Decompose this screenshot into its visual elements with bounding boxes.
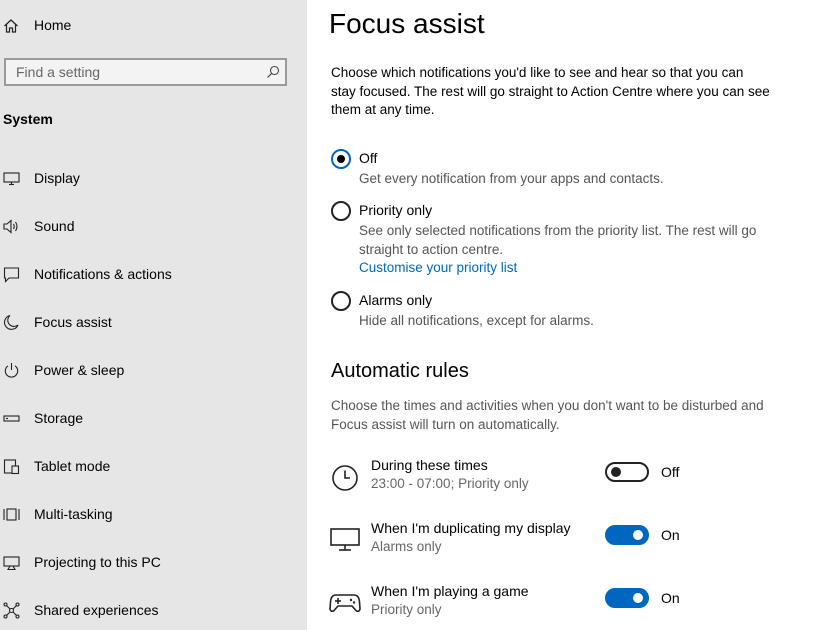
- power-icon: [4, 363, 19, 378]
- rule-subtitle: Priority only: [371, 602, 442, 617]
- tablet-icon: [3, 459, 20, 475]
- sidebar-item-label: Projecting to this PC: [34, 554, 161, 570]
- toggle-state: On: [661, 590, 680, 606]
- sidebar-item-label: Display: [34, 170, 80, 186]
- moon-icon: [4, 314, 19, 330]
- speaker-icon: [3, 219, 18, 234]
- option-description: Get every notification from your apps an…: [359, 171, 664, 186]
- option-description: Hide all notifications, except for alarm…: [359, 313, 594, 328]
- search-input[interactable]: [6, 60, 266, 84]
- page-description: Choose which notifications you'd like to…: [331, 65, 770, 117]
- sidebar-item-notifications[interactable]: Notifications & actions: [0, 256, 300, 292]
- sidebar-item-display[interactable]: Display: [0, 160, 300, 196]
- rule-duplicating-display[interactable]: When I'm duplicating my display Alarms o…: [329, 520, 809, 564]
- rule-title: When I'm playing a game: [371, 583, 529, 599]
- sidebar-item-multitasking[interactable]: Multi-tasking: [0, 496, 300, 532]
- sidebar-item-label: Tablet mode: [34, 458, 111, 474]
- sidebar-item-sound[interactable]: Sound: [0, 208, 300, 244]
- section-label-system: System: [3, 111, 53, 127]
- sidebar-item-label: Focus assist: [34, 314, 112, 330]
- toggle-state: Off: [661, 464, 680, 480]
- monitor-icon: [3, 172, 20, 186]
- sidebar-item-label: Multi-tasking: [34, 506, 113, 522]
- display-icon: [330, 528, 360, 551]
- option-label: Priority only: [359, 202, 433, 218]
- home-link[interactable]: Home: [0, 13, 300, 39]
- main-content: Focus assist Choose which notifications …: [307, 0, 817, 630]
- sidebar-item-label: Sound: [34, 218, 75, 234]
- page-title: Focus assist: [329, 8, 485, 39]
- rule-title: When I'm duplicating my display: [371, 520, 571, 536]
- notification-icon: [3, 267, 20, 283]
- shared-icon: [3, 602, 20, 619]
- sidebar-item-label: Notifications & actions: [34, 266, 172, 282]
- sidebar-item-tablet-mode[interactable]: Tablet mode: [0, 448, 300, 484]
- gamepad-icon: [329, 594, 361, 613]
- sidebar: Home System Display Sound Notifications …: [0, 0, 307, 630]
- sidebar-item-focus-assist[interactable]: Focus assist: [0, 304, 300, 340]
- sidebar-item-shared-experiences[interactable]: Shared experiences: [0, 592, 300, 628]
- multitasking-icon: [3, 508, 20, 521]
- radio-off[interactable]: [331, 149, 351, 169]
- sidebar-item-label: Shared experiences: [34, 602, 159, 618]
- option-label: Off: [359, 150, 378, 166]
- automatic-rules-description: Choose the times and activities when you…: [331, 398, 764, 432]
- toggle-playing-game[interactable]: [605, 588, 649, 608]
- option-description: See only selected notifications from the…: [359, 223, 757, 257]
- customise-priority-link[interactable]: Customise your priority list: [359, 260, 517, 275]
- rule-during-these-times[interactable]: During these times 23:00 - 07:00; Priori…: [329, 457, 809, 501]
- sidebar-item-label: Power & sleep: [34, 362, 125, 378]
- sidebar-item-storage[interactable]: Storage: [0, 400, 300, 436]
- rule-subtitle: 23:00 - 07:00; Priority only: [371, 476, 529, 491]
- rule-subtitle: Alarms only: [371, 539, 442, 554]
- automatic-rules-heading: Automatic rules: [331, 360, 469, 382]
- home-label: Home: [34, 17, 72, 33]
- toggle-duplicating-display[interactable]: [605, 525, 649, 545]
- storage-icon: [3, 415, 20, 422]
- projecting-icon: [3, 556, 20, 571]
- clock-icon: [332, 465, 358, 491]
- sidebar-item-power-sleep[interactable]: Power & sleep: [0, 352, 300, 388]
- rule-playing-game[interactable]: When I'm playing a game Priority only On: [329, 583, 809, 627]
- sidebar-item-projecting[interactable]: Projecting to this PC: [0, 544, 300, 580]
- search-box[interactable]: [4, 58, 287, 86]
- option-label: Alarms only: [359, 292, 433, 308]
- radio-priority-only[interactable]: [331, 201, 351, 221]
- toggle-during-these-times[interactable]: [605, 462, 649, 482]
- sidebar-item-label: Storage: [34, 410, 84, 426]
- search-icon[interactable]: [266, 65, 280, 79]
- radio-alarms-only[interactable]: [331, 291, 351, 311]
- home-icon: [4, 19, 18, 33]
- toggle-state: On: [661, 527, 680, 543]
- rule-title: During these times: [371, 457, 488, 473]
